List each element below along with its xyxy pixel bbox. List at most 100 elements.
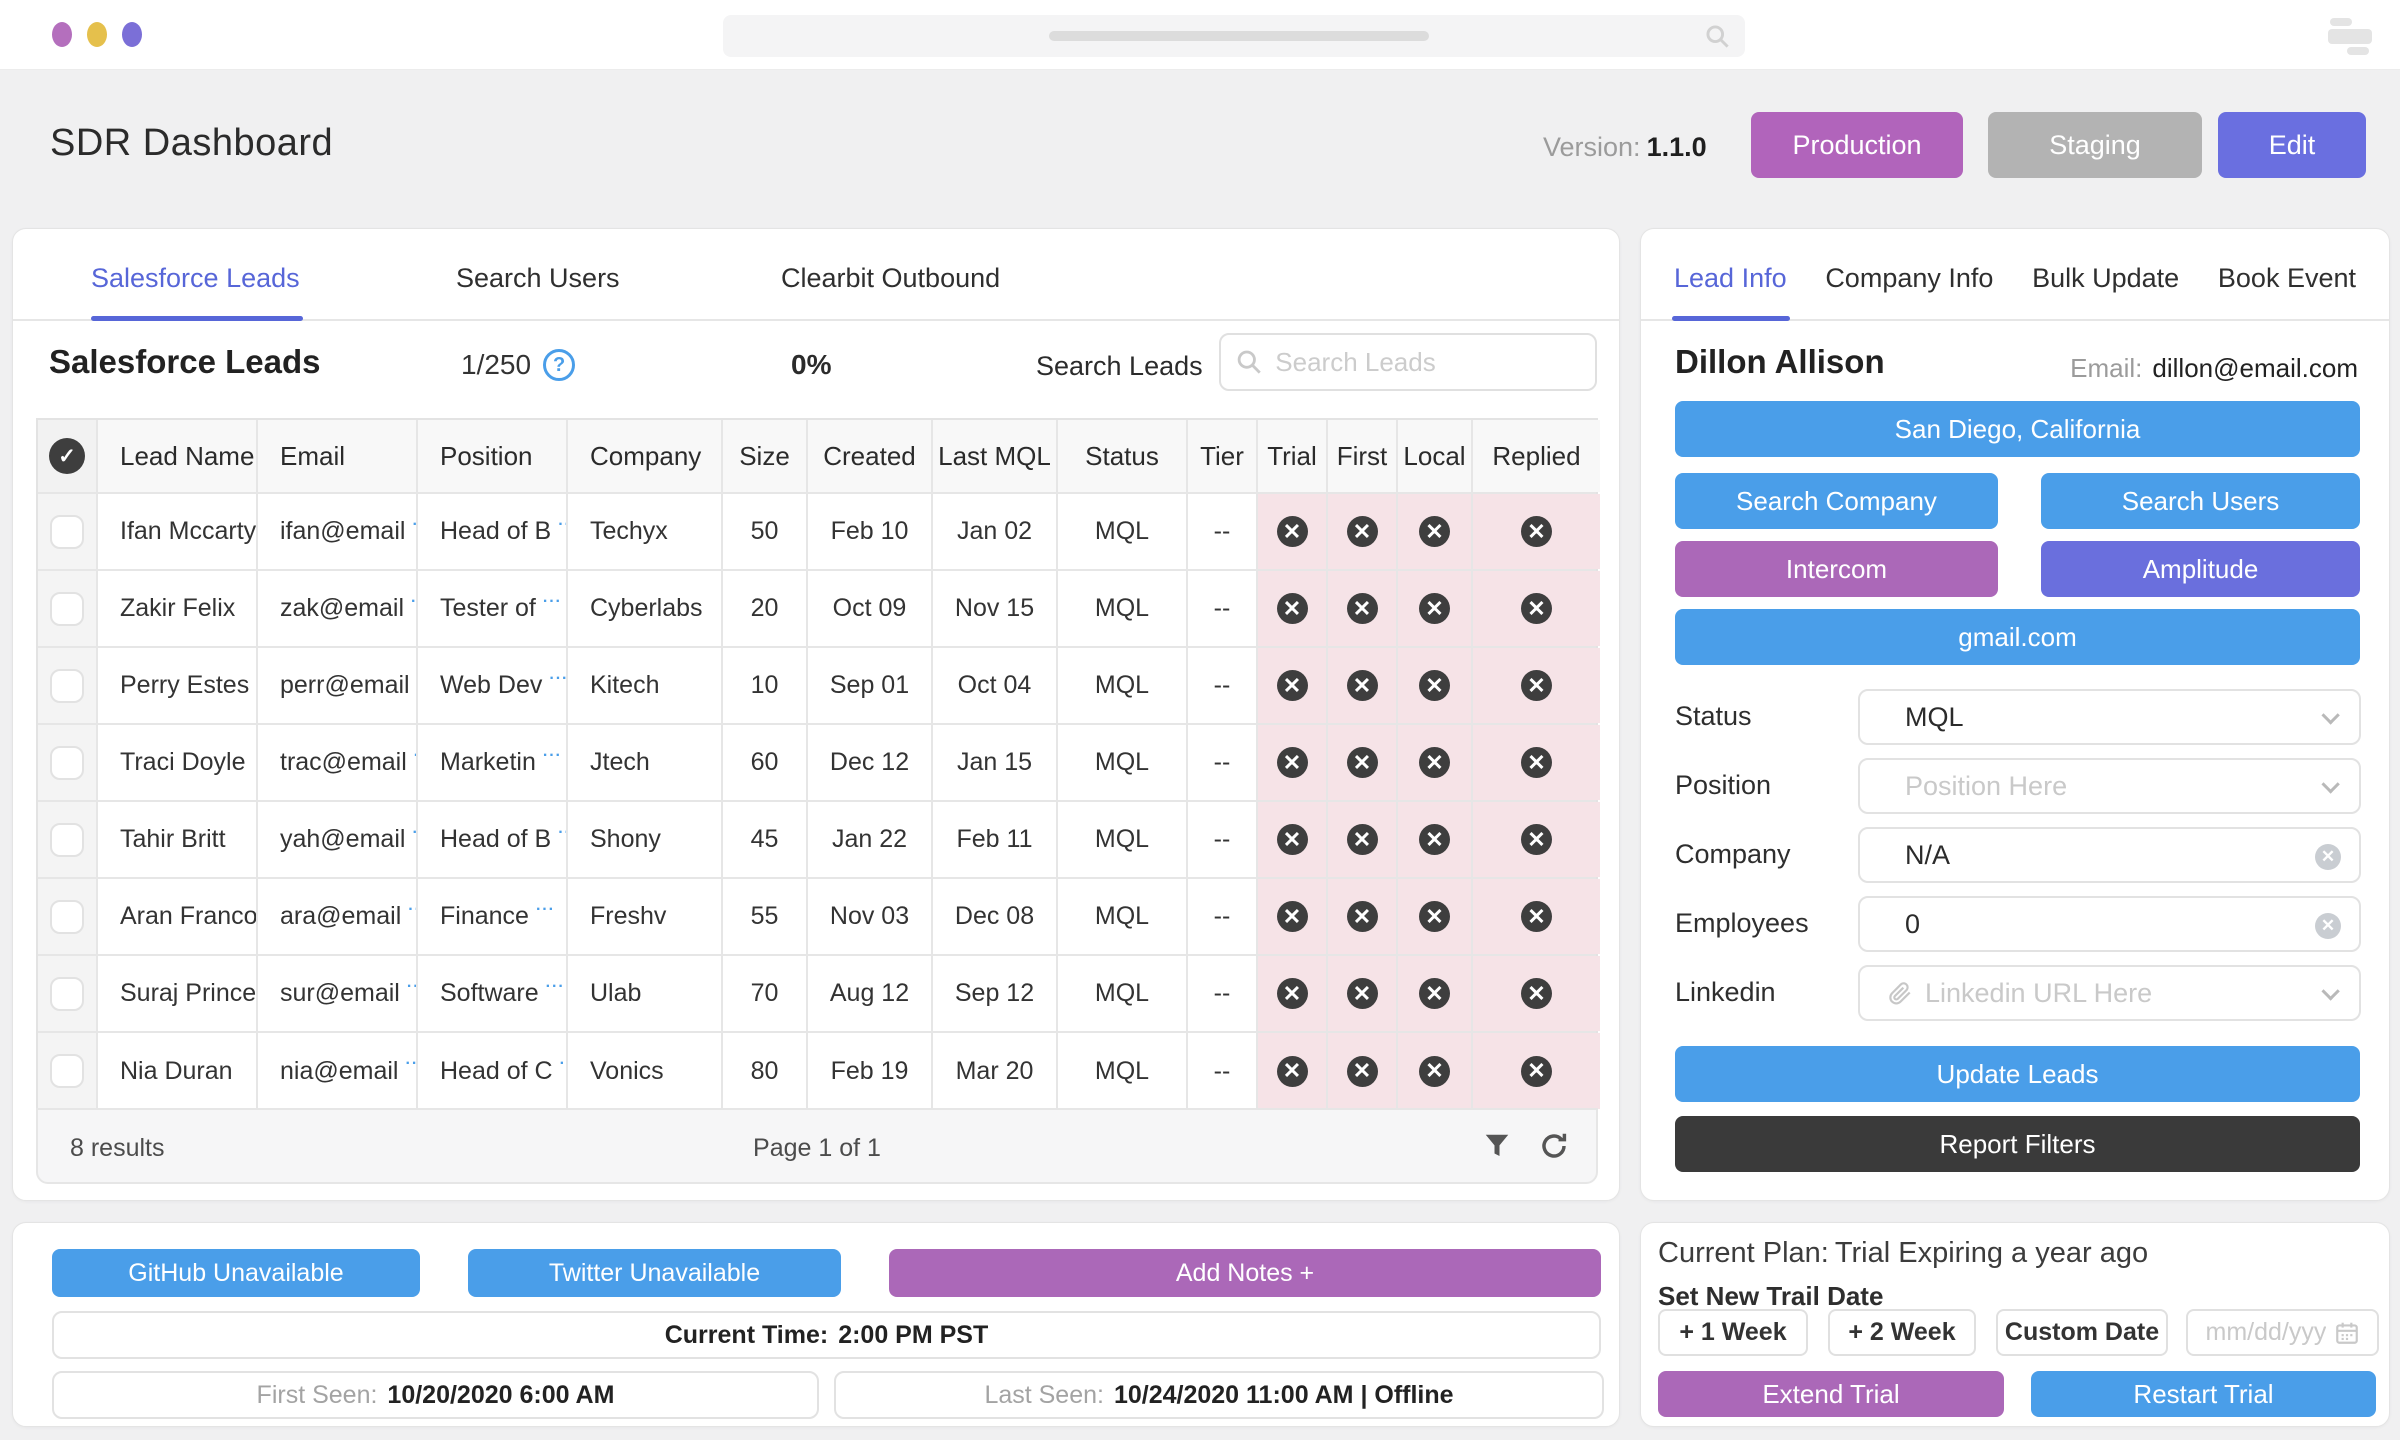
company-input[interactable]: N/A ✕ <box>1858 827 2361 883</box>
window-control-dot-indigo[interactable] <box>122 22 142 47</box>
edit-button[interactable]: Edit <box>2218 112 2366 178</box>
window-control-dot-purple[interactable] <box>52 22 72 47</box>
plus-two-week-button[interactable]: + 2 Week <box>1828 1309 1976 1356</box>
cell-email: sur@email··· <box>258 956 418 1031</box>
linkedin-form-row: Linkedin Linkedin URL Here <box>1641 965 2391 1021</box>
clear-icon[interactable]: ✕ <box>2315 844 2341 870</box>
intercom-button[interactable]: Intercom <box>1675 541 1998 597</box>
position-select[interactable]: Position Here <box>1858 758 2361 814</box>
cell-name: Zakir Felix <box>98 571 258 646</box>
unavailable-icon: ✕ <box>1277 901 1308 932</box>
search-users-button[interactable]: Search Users <box>2041 473 2360 529</box>
linkedin-input[interactable]: Linkedin URL Here <box>1858 965 2361 1021</box>
window-control-dot-yellow[interactable] <box>87 22 107 47</box>
tab-bulk-update[interactable]: Bulk Update <box>2032 263 2179 319</box>
cell-size: 60 <box>723 725 808 800</box>
truncated-text-indicator[interactable]: ··· <box>408 901 418 919</box>
refresh-icon[interactable] <box>1538 1130 1570 1162</box>
cell-local: ✕ <box>1398 879 1473 954</box>
cell-size: 50 <box>723 494 808 569</box>
staging-button[interactable]: Staging <box>1988 112 2202 178</box>
browser-address-bar[interactable] <box>723 15 1745 57</box>
help-icon[interactable]: ? <box>543 349 575 381</box>
column-header-first: First <box>1328 420 1398 492</box>
column-header-position: Position <box>418 420 568 492</box>
extend-trial-button[interactable]: Extend Trial <box>1658 1371 2004 1417</box>
amplitude-button[interactable]: Amplitude <box>2041 541 2360 597</box>
cell-name: Tahir Britt <box>98 802 258 877</box>
unavailable-icon: ✕ <box>1521 1056 1552 1087</box>
row-select-cell <box>38 879 98 954</box>
table-row: Zakir Felixzak@email···Tester of···Cyber… <box>38 571 1596 648</box>
set-new-trial-date-label: Set New Trail Date <box>1658 1281 1883 1312</box>
tab-company-info[interactable]: Company Info <box>1825 263 1993 319</box>
tab-lead-info[interactable]: Lead Info <box>1674 263 1787 319</box>
custom-date-button[interactable]: Custom Date <box>1996 1309 2168 1356</box>
truncated-text-indicator[interactable]: ··· <box>543 593 562 611</box>
cell-created: Jan 22 <box>808 802 933 877</box>
filter-icon[interactable] <box>1482 1131 1512 1161</box>
row-select-cell <box>38 571 98 646</box>
truncated-text-indicator[interactable]: ··· <box>405 1055 418 1073</box>
row-checkbox[interactable] <box>50 900 84 934</box>
add-notes-button[interactable]: Add Notes + <box>889 1249 1601 1297</box>
truncated-text-indicator[interactable]: ··· <box>560 1055 568 1073</box>
truncated-text-indicator[interactable]: ··· <box>411 593 418 611</box>
row-checkbox[interactable] <box>50 669 84 703</box>
update-leads-button[interactable]: Update Leads <box>1675 1046 2360 1102</box>
unavailable-icon: ✕ <box>1277 593 1308 624</box>
github-unavailable-button[interactable]: GitHub Unavailable <box>52 1249 420 1297</box>
column-header-last_mql: Last MQL <box>933 420 1058 492</box>
report-filters-button[interactable]: Report Filters <box>1675 1116 2360 1172</box>
twitter-unavailable-button[interactable]: Twitter Unavailable <box>468 1249 841 1297</box>
cell-replied: ✕ <box>1473 1033 1600 1109</box>
row-select-cell <box>38 802 98 877</box>
row-checkbox[interactable] <box>50 977 84 1011</box>
cell-replied: ✕ <box>1473 879 1600 954</box>
unavailable-icon: ✕ <box>1347 516 1378 547</box>
tab-salesforce-leads[interactable]: Salesforce Leads <box>91 263 300 294</box>
truncated-text-indicator[interactable]: ··· <box>536 901 555 919</box>
chevron-down-icon <box>2321 982 2339 1000</box>
tab-clearbit-outbound[interactable]: Clearbit Outbound <box>781 263 1000 294</box>
truncated-text-indicator[interactable]: ··· <box>549 670 568 688</box>
trial-date-input[interactable] <box>2206 1318 2326 1347</box>
employees-input[interactable]: 0 ✕ <box>1858 896 2361 952</box>
cell-email: perr@email··· <box>258 648 418 723</box>
tab-book-event[interactable]: Book Event <box>2218 263 2356 319</box>
cell-email: trac@email··· <box>258 725 418 800</box>
cell-last_mql: Feb 11 <box>933 802 1058 877</box>
search-leads-input[interactable] <box>1275 347 1581 378</box>
select-all-checkbox[interactable]: ✓ <box>49 438 85 474</box>
current-time-label: Current Time: <box>665 1321 828 1350</box>
row-checkbox[interactable] <box>50 592 84 626</box>
truncated-text-indicator[interactable]: ··· <box>546 978 565 996</box>
truncated-text-indicator[interactable]: ··· <box>407 978 418 996</box>
cell-local: ✕ <box>1398 571 1473 646</box>
truncated-text-indicator[interactable]: ··· <box>558 824 568 842</box>
tab-search-users[interactable]: Search Users <box>456 263 620 294</box>
menu-icon[interactable] <box>2326 16 2374 56</box>
clear-icon[interactable]: ✕ <box>2315 913 2341 939</box>
truncated-text-indicator[interactable]: ··· <box>558 516 568 534</box>
paperclip-icon <box>1887 980 1913 1006</box>
truncated-text-indicator[interactable]: ··· <box>543 747 562 765</box>
domain-button[interactable]: gmail.com <box>1675 609 2360 665</box>
cell-name: Traci Doyle <box>98 725 258 800</box>
lead-info-tabs: Lead Info Company Info Bulk Update Book … <box>1641 229 2389 321</box>
trial-date-field[interactable] <box>2186 1309 2379 1356</box>
status-select[interactable]: MQL <box>1858 689 2361 745</box>
first-seen-value: 10/20/2020 6:00 AM <box>387 1381 614 1410</box>
row-checkbox[interactable] <box>50 1054 84 1088</box>
restart-trial-button[interactable]: Restart Trial <box>2031 1371 2376 1417</box>
row-checkbox[interactable] <box>50 746 84 780</box>
plus-one-week-button[interactable]: + 1 Week <box>1658 1309 1808 1356</box>
position-label: Position <box>1675 770 1771 801</box>
search-icon[interactable] <box>1704 23 1731 50</box>
search-company-button[interactable]: Search Company <box>1675 473 1998 529</box>
row-checkbox[interactable] <box>50 515 84 549</box>
production-button[interactable]: Production <box>1751 112 1963 178</box>
location-button[interactable]: San Diego, California <box>1675 401 2360 457</box>
chevron-down-icon <box>2321 706 2339 724</box>
row-checkbox[interactable] <box>50 823 84 857</box>
